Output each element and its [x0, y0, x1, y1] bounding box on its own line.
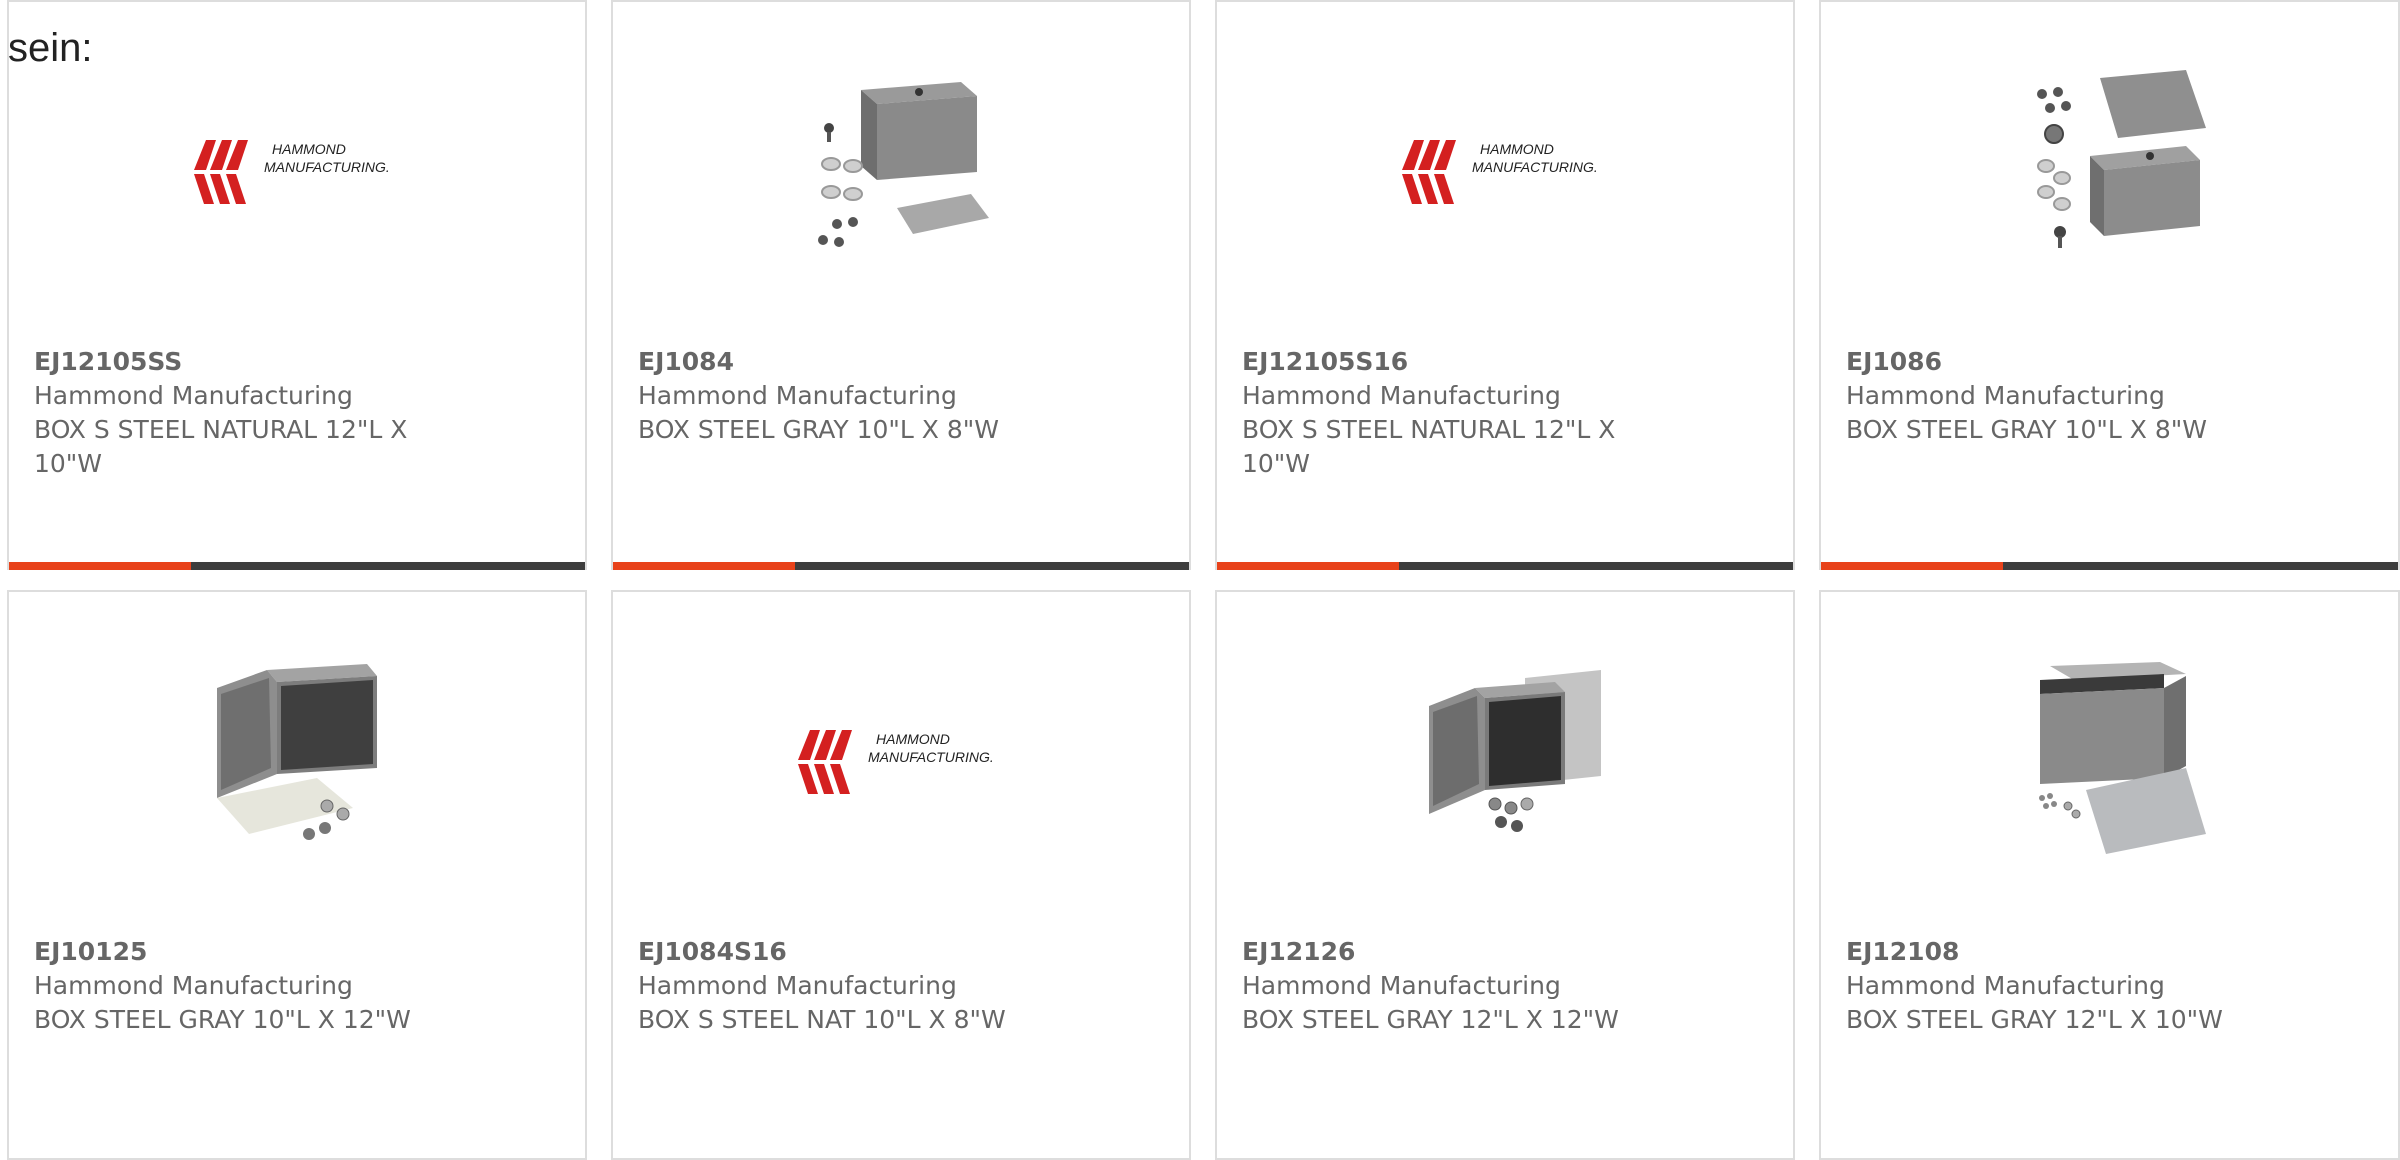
product-thumbnail[interactable]: [1217, 650, 1793, 866]
hammond-logo-icon: HAMMOND MANUFACTURING.: [1402, 140, 1598, 204]
part-number-link[interactable]: EJ10125: [34, 935, 434, 969]
product-grid: HAMMOND MANUFACTURING. EJ12105SS Hammond…: [0, 0, 2400, 1160]
enclosure-kit-icon: [818, 82, 989, 247]
manufacturer-name: Hammond Manufacturing: [638, 381, 957, 410]
card-footer-bar: [9, 562, 585, 570]
enclosure-kit-tall-icon: [2036, 70, 2206, 248]
part-number-link[interactable]: EJ12105SS: [34, 345, 434, 379]
product-card[interactable]: EJ12126 Hammond Manufacturing BOX STEEL …: [1215, 590, 1795, 1160]
product-description: BOX STEEL GRAY 10"L X 8"W: [1846, 415, 2207, 444]
svg-text:MANUFACTURING.: MANUFACTURING.: [264, 159, 390, 175]
hammond-logo-icon: HAMMOND MANUFACTURING.: [194, 140, 390, 204]
product-card[interactable]: HAMMOND MANUFACTURING. EJ12105S16 Hammon…: [1215, 0, 1795, 570]
product-thumbnail[interactable]: [9, 650, 585, 866]
enclosure-lid-open-icon: [2038, 662, 2206, 854]
product-description: BOX STEEL GRAY 12"L X 12"W: [1242, 1005, 1619, 1034]
product-description: BOX STEEL GRAY 12"L X 10"W: [1846, 1005, 2223, 1034]
product-card[interactable]: HAMMOND MANUFACTURING. EJ12105SS Hammond…: [7, 0, 587, 570]
svg-text:HAMMOND: HAMMOND: [1480, 141, 1554, 157]
svg-text:MANUFACTURING.: MANUFACTURING.: [1472, 159, 1598, 175]
manufacturer-name: Hammond Manufacturing: [34, 381, 353, 410]
part-number-link[interactable]: EJ1084: [638, 345, 1038, 379]
manufacturer-name: Hammond Manufacturing: [1846, 971, 2165, 1000]
card-accent: [1821, 562, 2003, 570]
part-number-link[interactable]: EJ12126: [1242, 935, 1642, 969]
intro-text: sein:: [8, 26, 93, 70]
card-footer-bar: [1821, 562, 2398, 570]
hammond-logo-icon: HAMMOND MANUFACTURING.: [798, 730, 994, 794]
enclosure-open-door-icon: [217, 664, 377, 840]
manufacturer-name: Hammond Manufacturing: [638, 971, 957, 1000]
product-card[interactable]: EJ1084 Hammond Manufacturing BOX STEEL G…: [611, 0, 1191, 570]
product-card[interactable]: EJ1086 Hammond Manufacturing BOX STEEL G…: [1819, 0, 2400, 570]
enclosure-open-door-panel-icon: [1429, 670, 1601, 832]
manufacturer-name: Hammond Manufacturing: [1846, 381, 2165, 410]
product-description: BOX S STEEL NAT 10"L X 8"W: [638, 1005, 1006, 1034]
product-card[interactable]: HAMMOND MANUFACTURING. EJ1084S16 Hammond…: [611, 590, 1191, 1160]
part-number-link[interactable]: EJ12108: [1846, 935, 2246, 969]
product-thumbnail[interactable]: [1821, 60, 2398, 276]
product-thumbnail[interactable]: HAMMOND MANUFACTURING.: [1217, 60, 1793, 276]
product-thumbnail[interactable]: [1821, 650, 2398, 866]
part-number-link[interactable]: EJ1086: [1846, 345, 2246, 379]
product-thumbnail[interactable]: HAMMOND MANUFACTURING.: [613, 650, 1189, 866]
product-description: BOX STEEL GRAY 10"L X 8"W: [638, 415, 999, 444]
svg-text:HAMMOND: HAMMOND: [272, 141, 346, 157]
manufacturer-name: Hammond Manufacturing: [1242, 971, 1561, 1000]
manufacturer-name: Hammond Manufacturing: [1242, 381, 1561, 410]
svg-text:HAMMOND: HAMMOND: [876, 731, 950, 747]
card-accent: [613, 562, 795, 570]
product-card[interactable]: EJ10125 Hammond Manufacturing BOX STEEL …: [7, 590, 587, 1160]
product-description: BOX S STEEL NATURAL 12"L X 10"W: [34, 415, 408, 478]
product-card[interactable]: EJ12108 Hammond Manufacturing BOX STEEL …: [1819, 590, 2400, 1160]
svg-text:MANUFACTURING.: MANUFACTURING.: [868, 749, 994, 765]
card-footer-bar: [1217, 562, 1793, 570]
product-thumbnail[interactable]: HAMMOND MANUFACTURING.: [9, 60, 585, 276]
product-description: BOX STEEL GRAY 10"L X 12"W: [34, 1005, 411, 1034]
part-number-link[interactable]: EJ1084S16: [638, 935, 1038, 969]
product-thumbnail[interactable]: [613, 60, 1189, 276]
card-footer-bar: [613, 562, 1189, 570]
manufacturer-name: Hammond Manufacturing: [34, 971, 353, 1000]
card-accent: [9, 562, 191, 570]
product-description: BOX S STEEL NATURAL 12"L X 10"W: [1242, 415, 1616, 478]
card-accent: [1217, 562, 1399, 570]
part-number-link[interactable]: EJ12105S16: [1242, 345, 1642, 379]
